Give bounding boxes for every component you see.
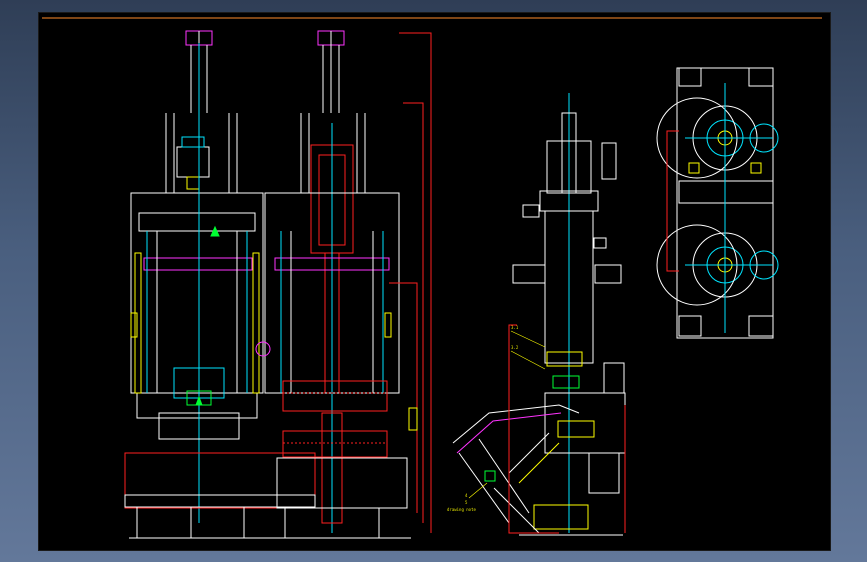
cad-drawing: 3.1 3.2 4 5 drawing note	[42, 17, 822, 539]
front-view-right-press	[255, 30, 432, 539]
cad-viewport[interactable]: 3.1 3.2 4 5 drawing note	[38, 12, 831, 551]
side-label-1: 3.1	[511, 325, 519, 330]
side-view	[452, 93, 626, 536]
side-label-2: 3.2	[511, 345, 519, 350]
top-view	[656, 67, 779, 339]
side-label-3: 4	[465, 493, 468, 498]
side-note-1: drawing note	[447, 507, 476, 512]
front-view-left-press	[124, 30, 316, 539]
side-label-4: 5	[465, 500, 468, 505]
